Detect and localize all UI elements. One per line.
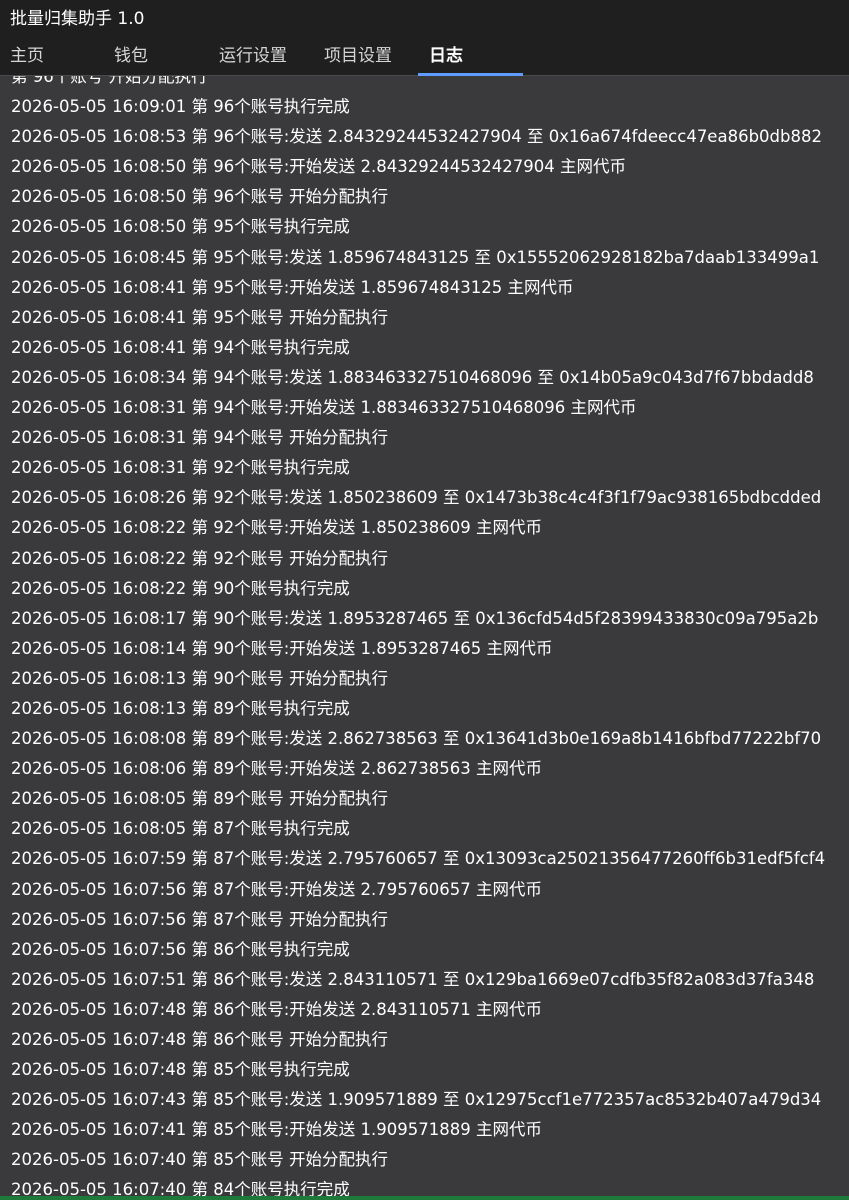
log-line: 2026-05-05 16:08:50 第 96个账号 开始分配执行 (11, 187, 388, 207)
title-bar: 批量归集助手 1.0 (0, 0, 849, 38)
log-line: 2026-05-05 16:08:31 第 92个账号执行完成 (11, 458, 350, 478)
log-line-partial: 第 96个账号 开始分配执行 (11, 76, 208, 86)
log-line: 2026-05-05 16:08:08 第 89个账号:发送 2.8627385… (11, 729, 822, 749)
log-line: 2026-05-05 16:08:22 第 92个账号 开始分配执行 (11, 548, 388, 568)
log-line: 2026-05-05 16:08:22 第 90个账号执行完成 (11, 578, 350, 598)
log-line: 2026-05-05 16:07:41 第 85个账号:开始发送 1.90957… (11, 1120, 542, 1140)
tab-log[interactable]: 日志 (429, 38, 463, 76)
window-title: 批量归集助手 1.0 (10, 9, 145, 29)
log-line: 2026-05-05 16:07:40 第 85个账号 开始分配执行 (11, 1150, 388, 1170)
log-line: 2026-05-05 16:07:56 第 86个账号执行完成 (11, 939, 350, 959)
log-list: 第 96个账号 开始分配执行 2026-05-05 16:09:01 第 96个… (0, 76, 849, 1196)
log-line: 2026-05-05 16:08:14 第 90个账号:开始发送 1.89532… (11, 638, 553, 658)
tab-run-settings[interactable]: 运行设置 (219, 38, 287, 76)
log-line: 2026-05-05 16:08:53 第 96个账号:发送 2.8432924… (11, 127, 822, 147)
log-line: 2026-05-05 16:07:48 第 86个账号 开始分配执行 (11, 1030, 388, 1049)
log-line: 2026-05-05 16:08:41 第 94个账号执行完成 (11, 337, 350, 357)
log-line: 2026-05-05 16:08:45 第 95个账号:发送 1.8596748… (11, 247, 820, 267)
bottom-edge (0, 1196, 849, 1200)
log-line: 2026-05-05 16:07:51 第 86个账号:发送 2.8431105… (11, 969, 815, 989)
log-line: 2026-05-05 16:07:56 第 87个账号:开始发送 2.79576… (11, 879, 542, 899)
tab-bar: 主页 钱包 运行设置 项目设置 日志 (0, 38, 849, 76)
log-line: 2026-05-05 16:08:41 第 95个账号:开始发送 1.85967… (11, 277, 574, 297)
log-line: 2026-05-05 16:09:01 第 96个账号执行完成 (11, 97, 350, 117)
log-line: 2026-05-05 16:08:41 第 95个账号 开始分配执行 (11, 307, 388, 327)
log-line: 2026-05-05 16:08:31 第 94个账号 开始分配执行 (11, 428, 388, 448)
log-line: 2026-05-05 16:07:48 第 86个账号:开始发送 2.84311… (11, 999, 542, 1019)
log-line: 2026-05-05 16:07:56 第 87个账号 开始分配执行 (11, 909, 388, 929)
log-line: 2026-05-05 16:08:05 第 89个账号 开始分配执行 (11, 789, 388, 809)
log-line: 2026-05-05 16:07:59 第 87个账号:发送 2.7957606… (11, 849, 826, 869)
log-line: 2026-05-05 16:08:22 第 92个账号:开始发送 1.85023… (11, 518, 542, 538)
log-line: 2026-05-05 16:07:43 第 85个账号:发送 1.9095718… (11, 1090, 822, 1110)
log-line: 2026-05-05 16:08:05 第 87个账号执行完成 (11, 819, 350, 839)
tab-wallet[interactable]: 钱包 (114, 38, 148, 76)
log-line: 2026-05-05 16:08:13 第 90个账号 开始分配执行 (11, 668, 388, 688)
log-line: 2026-05-05 16:07:40 第 84个账号执行完成 (11, 1180, 350, 1196)
log-line: 2026-05-05 16:08:31 第 94个账号:开始发送 1.88346… (11, 398, 637, 418)
log-line: 2026-05-05 16:08:17 第 90个账号:发送 1.8953287… (11, 608, 819, 628)
tab-home[interactable]: 主页 (10, 38, 44, 76)
log-line: 2026-05-05 16:08:06 第 89个账号:开始发送 2.86273… (11, 759, 542, 779)
log-panel[interactable]: 第 96个账号 开始分配执行 2026-05-05 16:09:01 第 96个… (0, 76, 849, 1196)
log-line: 2026-05-05 16:08:13 第 89个账号执行完成 (11, 698, 350, 718)
log-line: 2026-05-05 16:08:50 第 96个账号:开始发送 2.84329… (11, 157, 626, 177)
log-line: 2026-05-05 16:08:50 第 95个账号执行完成 (11, 217, 350, 237)
log-line: 2026-05-05 16:08:26 第 92个账号:发送 1.8502386… (11, 488, 822, 508)
app-window: 批量归集助手 1.0 主页 钱包 运行设置 项目设置 日志 第 96个账号 开始… (0, 0, 849, 1200)
log-line: 2026-05-05 16:07:48 第 85个账号执行完成 (11, 1060, 350, 1080)
tab-project-settings[interactable]: 项目设置 (324, 38, 392, 76)
log-line: 2026-05-05 16:08:34 第 94个账号:发送 1.8834633… (11, 367, 814, 387)
